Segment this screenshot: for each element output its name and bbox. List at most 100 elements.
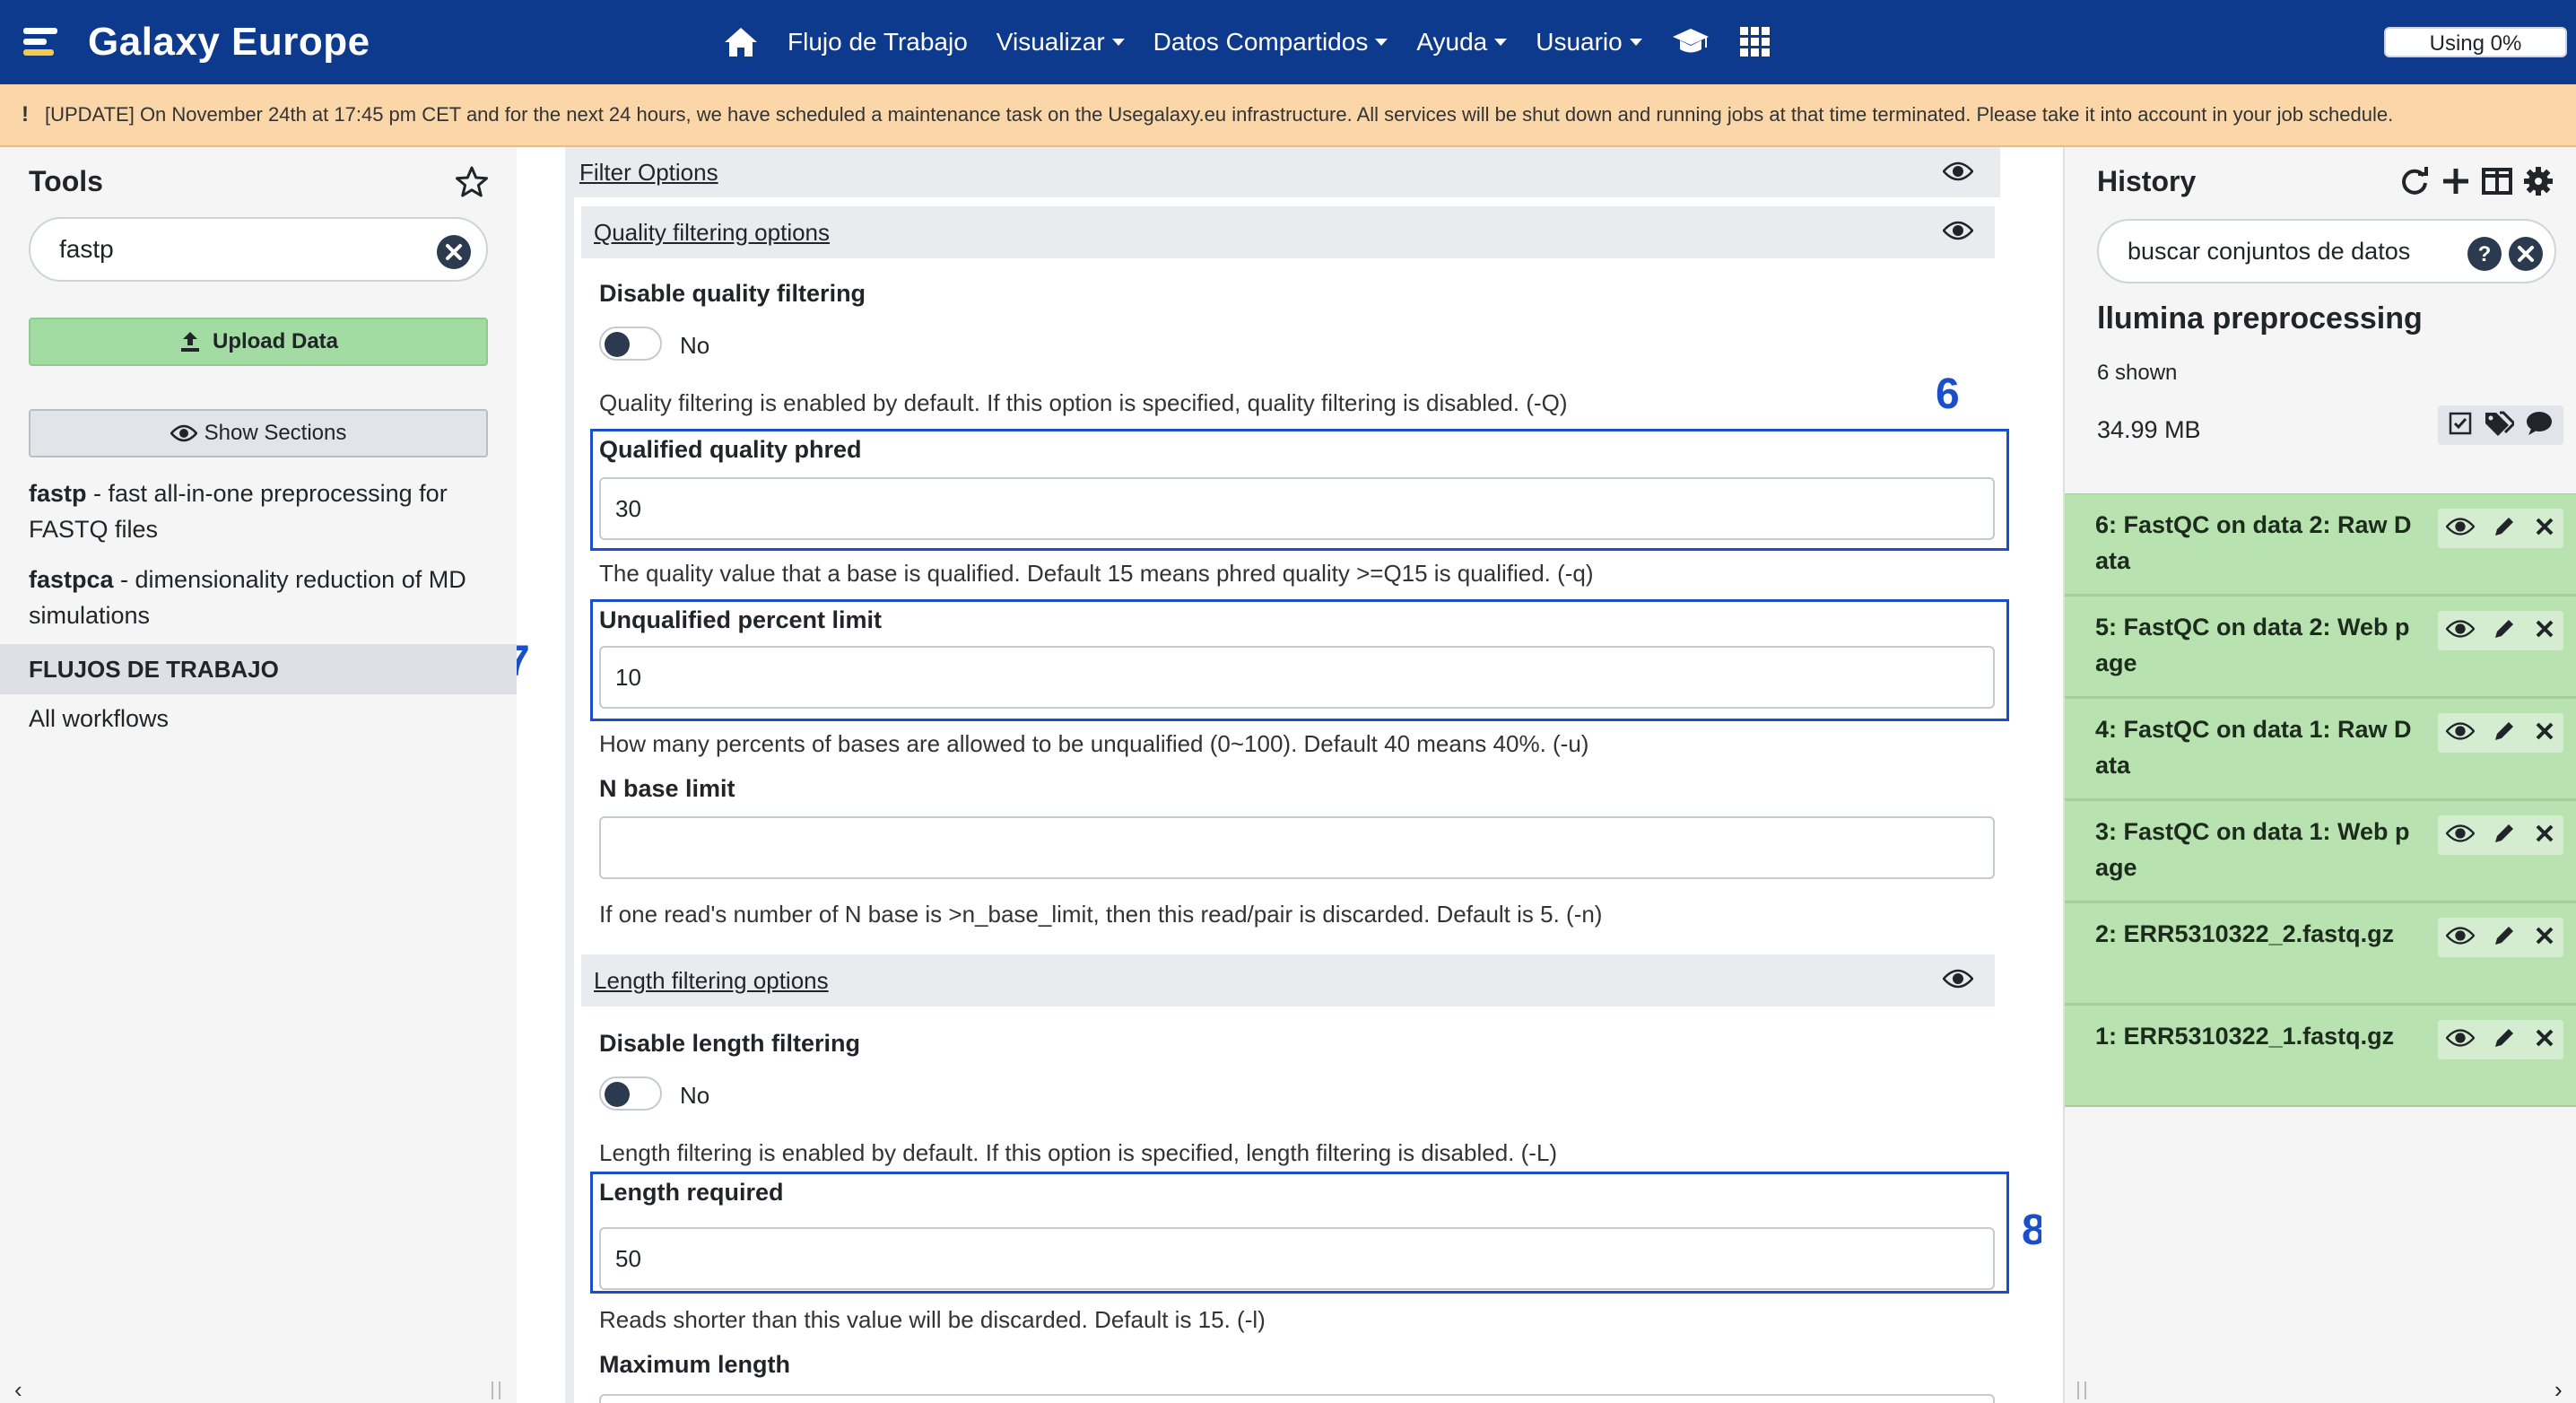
pencil-icon[interactable] xyxy=(2492,514,2517,544)
nav-shared-data-label: Datos Compartidos xyxy=(1153,28,1369,56)
comment-icon[interactable] xyxy=(2526,411,2553,440)
dataset-item[interactable]: 6: FastQC on data 2: Raw Data xyxy=(2065,493,2576,596)
delete-icon[interactable] xyxy=(2534,925,2555,951)
dataset-title[interactable]: 2: ERR5310322_2.fastq.gz xyxy=(2095,916,2418,952)
graduation-cap-icon[interactable] xyxy=(1671,27,1710,57)
plus-icon[interactable] xyxy=(2440,165,2472,202)
pencil-icon[interactable] xyxy=(2492,616,2517,646)
dataset-actions xyxy=(2438,815,2563,855)
caret-down-icon xyxy=(1629,39,1642,46)
annotation-6: 6 xyxy=(1936,370,1960,418)
history-shown-count: 6 shown xyxy=(2097,361,2178,385)
alert-text: [UPDATE] On November 24th at 17:45 pm CE… xyxy=(45,103,2394,126)
length-required-help: Reads shorter than this value will be di… xyxy=(599,1306,1266,1333)
eye-icon[interactable] xyxy=(2445,1028,2476,1052)
dataset-title[interactable]: 5: FastQC on data 2: Web page xyxy=(2095,609,2418,681)
history-search-placeholder: buscar conjuntos de datos xyxy=(2128,238,2411,265)
nav-workflow[interactable]: Flujo de Trabajo xyxy=(788,28,968,57)
eye-icon[interactable] xyxy=(2445,721,2476,745)
length-filtering-header[interactable]: Length filtering options xyxy=(581,954,1995,1006)
qualified-phred-help: The quality value that a base is qualifi… xyxy=(599,560,1594,587)
qualified-phred-input[interactable]: 30 xyxy=(599,477,1995,540)
history-meta-actions xyxy=(2438,405,2563,445)
delete-icon[interactable] xyxy=(2534,618,2555,644)
star-icon[interactable] xyxy=(454,165,490,204)
tool-description: - fast all-in-one preprocessing for FAST… xyxy=(29,480,448,543)
resize-handle[interactable] xyxy=(492,1381,500,1399)
filter-options-header[interactable]: Filter Options xyxy=(565,147,2000,197)
tool-form: Filter Options Quality filtering options… xyxy=(517,147,2041,1403)
delete-icon[interactable] xyxy=(2534,823,2555,849)
pencil-icon[interactable] xyxy=(2492,1025,2517,1055)
brand-name: Galaxy Europe xyxy=(88,20,370,64)
dataset-title[interactable]: 6: FastQC on data 2: Raw Data xyxy=(2095,507,2418,579)
max-length-input[interactable] xyxy=(599,1394,1995,1403)
eye-icon[interactable] xyxy=(2445,824,2476,848)
collapse-left-icon[interactable]: ‹ xyxy=(14,1376,22,1403)
disable-length-label: Disable length filtering xyxy=(599,1030,861,1057)
dataset-title[interactable]: 1: ERR5310322_1.fastq.gz xyxy=(2095,1018,2418,1054)
eye-icon[interactable] xyxy=(1942,969,1974,993)
toggle-knob xyxy=(605,332,630,357)
nav-menu: Flujo de Trabajo Visualizar Datos Compar… xyxy=(723,0,1800,84)
clear-search-icon[interactable] xyxy=(2508,233,2544,294)
delete-icon[interactable] xyxy=(2534,720,2555,746)
grid-icon[interactable] xyxy=(1739,26,1771,58)
brand-link[interactable]: Galaxy Europe xyxy=(22,18,370,66)
caret-down-icon xyxy=(1375,39,1388,46)
eye-icon[interactable] xyxy=(1942,221,1974,245)
show-sections-button[interactable]: Show Sections xyxy=(29,409,488,458)
tool-link-fastp[interactable]: fastp - fast all-in-one preprocessing fo… xyxy=(29,475,495,547)
nav-help[interactable]: Ayuda xyxy=(1416,28,1508,57)
pencil-icon[interactable] xyxy=(2492,923,2517,953)
clear-search-icon[interactable] xyxy=(436,231,472,292)
tags-icon[interactable] xyxy=(2484,411,2517,440)
svg-text:?: ? xyxy=(2478,242,2492,266)
eye-icon[interactable] xyxy=(1942,161,1974,186)
eye-icon[interactable] xyxy=(2445,926,2476,950)
eye-icon[interactable] xyxy=(2445,619,2476,643)
checkbox-icon[interactable] xyxy=(2449,412,2472,440)
disable-length-toggle[interactable] xyxy=(599,1076,662,1111)
nav-visualize[interactable]: Visualizar xyxy=(996,28,1125,57)
pencil-icon[interactable] xyxy=(2492,719,2517,748)
tool-link-fastpca[interactable]: fastpca - dimensionality reduction of MD… xyxy=(29,562,495,633)
eye-icon[interactable] xyxy=(2445,517,2476,541)
resize-handle[interactable] xyxy=(2077,1381,2086,1399)
history-search-input[interactable]: buscar conjuntos de datos ? xyxy=(2097,219,2556,283)
all-workflows-link[interactable]: All workflows xyxy=(29,705,169,733)
disable-quality-toggle[interactable] xyxy=(599,327,662,361)
disable-length-help: Length filtering is enabled by default. … xyxy=(599,1139,1558,1166)
gear-icon[interactable] xyxy=(2522,165,2554,202)
history-name[interactable]: llumina preprocessing xyxy=(2097,301,2423,336)
max-length-label: Maximum length xyxy=(599,1351,791,1378)
dataset-item[interactable]: 4: FastQC on data 1: Raw Data xyxy=(2065,698,2576,800)
dataset-item[interactable]: 5: FastQC on data 2: Web page xyxy=(2065,596,2576,698)
dataset-item[interactable]: 1: ERR5310322_1.fastq.gz xyxy=(2065,1005,2576,1107)
workflows-section-header[interactable]: FLUJOS DE TRABAJO xyxy=(0,644,517,694)
tool-search-input[interactable]: fastp xyxy=(29,217,488,282)
dataset-actions xyxy=(2438,1020,2563,1059)
refresh-icon[interactable] xyxy=(2398,165,2431,202)
n-base-input[interactable] xyxy=(599,816,1995,879)
question-icon[interactable]: ? xyxy=(2467,233,2502,294)
delete-icon[interactable] xyxy=(2534,1027,2555,1053)
unqualified-label: Unqualified percent limit xyxy=(599,606,883,633)
quota-meter[interactable]: Using 0% xyxy=(2384,27,2567,57)
pencil-icon[interactable] xyxy=(2492,821,2517,850)
home-icon[interactable] xyxy=(723,26,759,58)
dataset-item[interactable]: 3: FastQC on data 1: Web page xyxy=(2065,800,2576,902)
unqualified-input[interactable]: 10 xyxy=(599,646,1995,709)
dataset-item[interactable]: 2: ERR5310322_2.fastq.gz xyxy=(2065,902,2576,1005)
collapse-right-icon[interactable]: › xyxy=(2554,1376,2563,1403)
nav-user[interactable]: Usuario xyxy=(1536,28,1642,57)
quality-filtering-header[interactable]: Quality filtering options xyxy=(581,206,1995,258)
columns-icon[interactable] xyxy=(2481,165,2513,202)
dataset-title[interactable]: 3: FastQC on data 1: Web page xyxy=(2095,814,2418,885)
dataset-title[interactable]: 4: FastQC on data 1: Raw Data xyxy=(2095,711,2418,783)
length-required-input[interactable]: 50 xyxy=(599,1227,1995,1290)
dataset-actions xyxy=(2438,611,2563,650)
delete-icon[interactable] xyxy=(2534,516,2555,542)
upload-data-button[interactable]: Upload Data xyxy=(29,318,488,366)
nav-shared-data[interactable]: Datos Compartidos xyxy=(1153,28,1388,57)
